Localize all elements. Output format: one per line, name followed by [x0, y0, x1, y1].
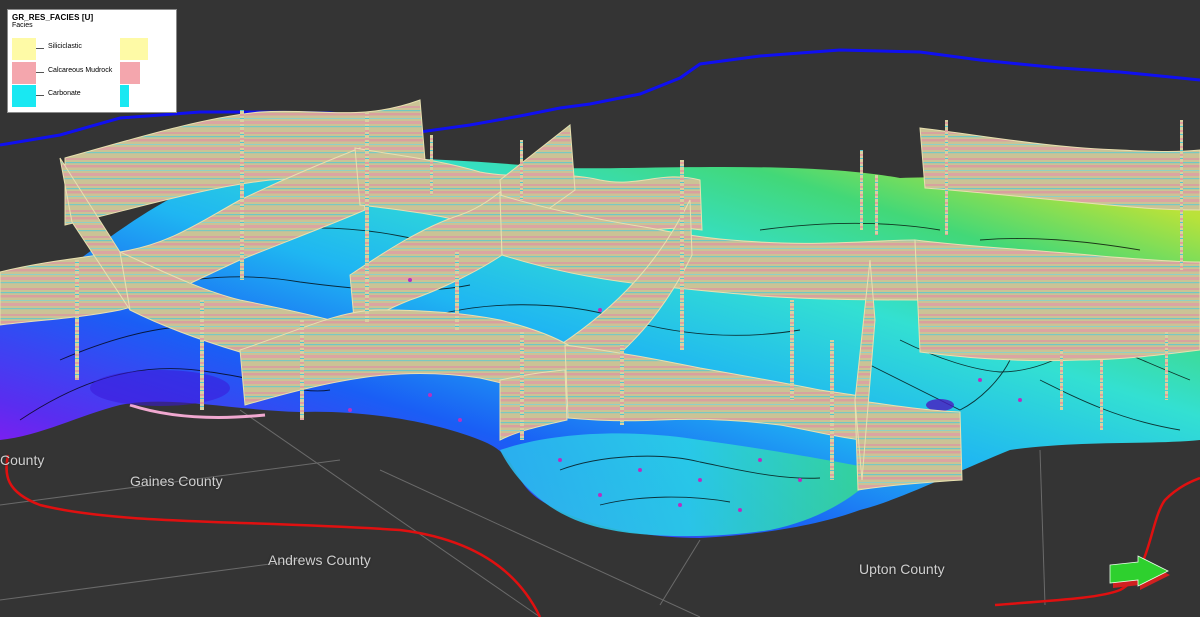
well-stick[interactable] — [300, 320, 304, 420]
well-stick[interactable] — [200, 300, 204, 410]
legend-tick — [36, 48, 44, 49]
facies-legend[interactable]: GR_RES_FACIES [U] Facies Siliciclastic C… — [7, 9, 177, 113]
county-boundary-line — [5, 454, 542, 617]
county-boundary-line — [994, 476, 1200, 607]
well-stick[interactable] — [240, 110, 244, 280]
legend-label: Carbonate — [48, 90, 81, 97]
county-label: Gaines County — [130, 473, 223, 489]
legend-subtitle: Facies — [12, 22, 33, 29]
fence-panel[interactable] — [854, 399, 963, 491]
well-stick[interactable] — [875, 175, 878, 235]
well-stick[interactable] — [1060, 350, 1063, 410]
legend-proportion-bar — [120, 62, 140, 84]
county-label: County — [0, 452, 45, 468]
reservoir-model-scene[interactable] — [0, 0, 1200, 617]
legend-item-carbonate[interactable]: Carbonate — [12, 85, 172, 107]
well-stick[interactable] — [790, 300, 794, 400]
well-stick[interactable] — [680, 160, 684, 350]
legend-proportion-bar — [120, 38, 148, 60]
well-stick[interactable] — [520, 330, 524, 440]
legend-item-siliciclastic[interactable]: Siliciclastic — [12, 38, 172, 60]
legend-label: Siliciclastic — [48, 43, 82, 50]
legend-swatch — [12, 85, 36, 107]
legend-label: Calcareous Mudrock — [48, 67, 113, 74]
legend-proportion-bar — [120, 85, 129, 107]
legend-item-calcareous-mudrock[interactable]: Calcareous Mudrock — [12, 62, 172, 84]
well-stick[interactable] — [860, 150, 863, 230]
legend-tick — [36, 95, 44, 96]
legend-title: GR_RES_FACIES [U] — [12, 13, 94, 22]
legend-tick — [36, 72, 44, 73]
well-stick[interactable] — [75, 260, 79, 380]
surface-low-spot — [90, 370, 230, 406]
well-stick[interactable] — [1100, 360, 1103, 430]
county-label: Andrews County — [268, 552, 371, 568]
3d-viewport[interactable]: County Gaines County Andrews County Upto… — [0, 0, 1200, 617]
county-label: Upton County — [859, 561, 945, 577]
well-stick[interactable] — [830, 340, 834, 480]
legend-swatch — [12, 62, 36, 84]
legend-swatch — [12, 38, 36, 60]
well-stick[interactable] — [1165, 330, 1168, 400]
well-stick[interactable] — [365, 112, 369, 322]
well-stick[interactable] — [430, 135, 433, 195]
well-stick[interactable] — [1180, 120, 1183, 270]
well-stick[interactable] — [945, 120, 948, 235]
well-stick[interactable] — [620, 345, 624, 425]
surface-low-spot — [926, 399, 954, 411]
well-stick[interactable] — [455, 250, 459, 330]
well-stick[interactable] — [520, 140, 523, 200]
orientation-arrow-icon[interactable] — [1109, 555, 1170, 590]
